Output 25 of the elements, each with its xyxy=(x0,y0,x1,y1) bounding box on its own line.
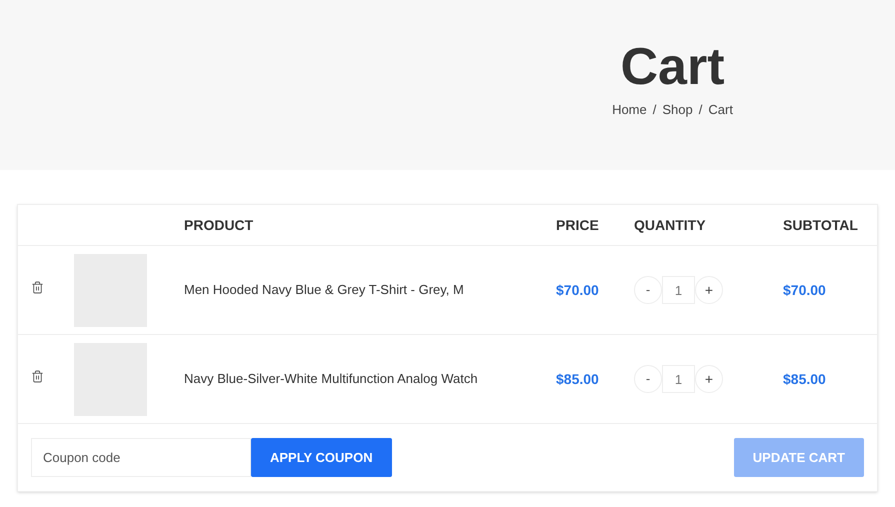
increase-button[interactable]: + xyxy=(695,365,723,393)
trash-icon[interactable] xyxy=(31,370,44,382)
column-header: PRODUCT xyxy=(184,216,254,234)
quantity-field[interactable]: 1 xyxy=(662,365,695,393)
product-subtotal: $85.00 xyxy=(783,370,826,388)
product-name[interactable]: Navy Blue-Silver-White Multifunction Analog Watch xyxy=(184,369,556,389)
breadcrumb-separator: / xyxy=(698,101,702,119)
product-subtotal: $70.00 xyxy=(783,280,826,300)
column-header: PRICE xyxy=(556,216,600,234)
page-title: Cart xyxy=(620,38,725,96)
decrease-button[interactable]: - xyxy=(634,365,662,393)
breadcrumb-link[interactable]: Shop xyxy=(662,100,693,120)
product-name[interactable]: Men Hooded Navy Blue & Grey T-Shirt - Grey, M xyxy=(184,280,556,300)
breadcrumb-separator: / xyxy=(652,101,656,119)
coupon-field[interactable]: Coupon code xyxy=(31,438,251,477)
trash-icon[interactable] xyxy=(31,280,44,294)
increase-button[interactable]: + xyxy=(695,276,723,304)
decrease-button[interactable]: - xyxy=(634,276,662,304)
product-price: $70.00 xyxy=(556,280,600,300)
column-header: SUBTOTAL xyxy=(783,216,858,234)
quantity-field[interactable]: 1 xyxy=(662,276,695,304)
product-price: $85.00 xyxy=(556,370,600,388)
column-header: QUANTITY xyxy=(634,216,707,235)
breadcrumb-link[interactable]: Home xyxy=(612,100,647,120)
apply-coupon-button[interactable]: APPLY COUPON xyxy=(251,438,392,477)
